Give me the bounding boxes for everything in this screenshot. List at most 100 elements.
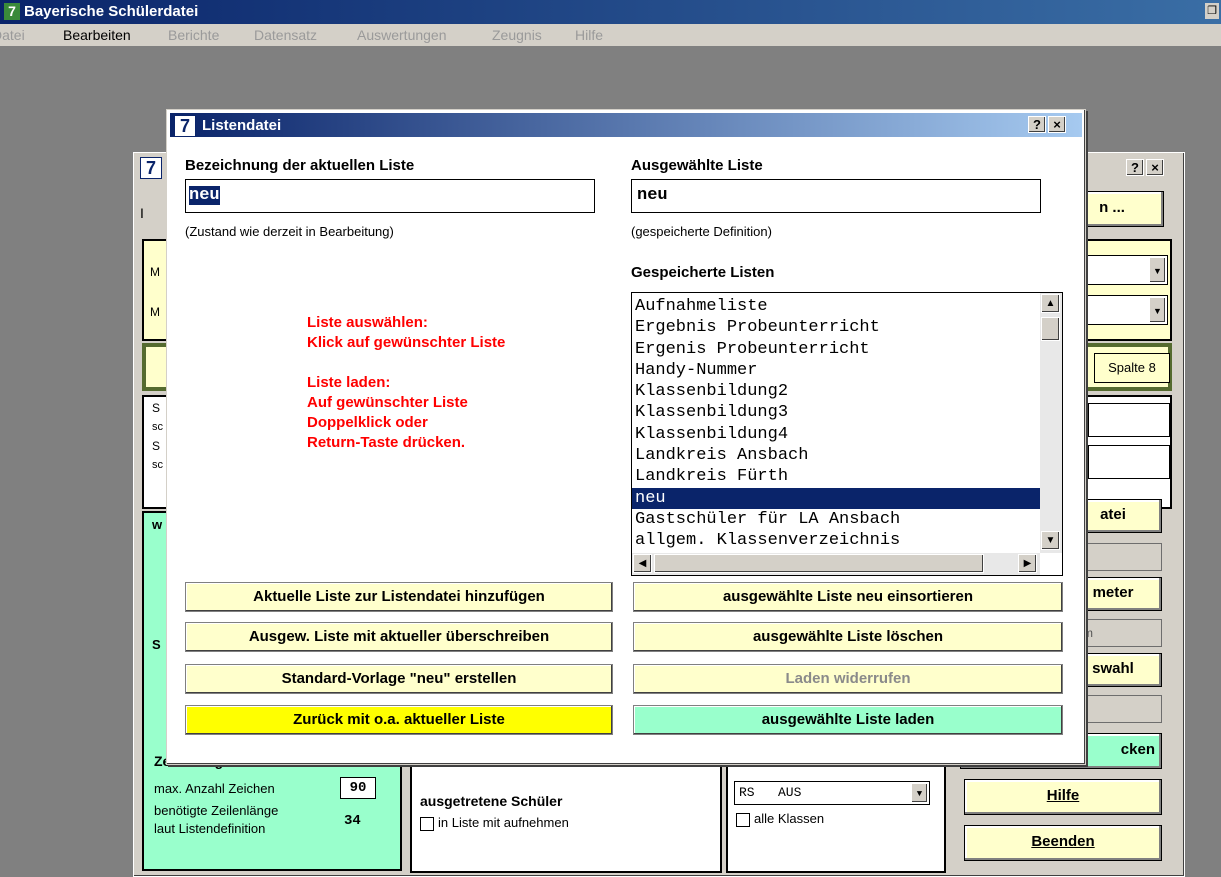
checkbox-icon[interactable] [736,812,750,827]
instruction-line: Klick auf gewünschter Liste [307,334,506,351]
saved-lists-label: Gespeicherte Listen [631,264,775,281]
dialog-icon: 7 [174,115,196,137]
bg-spalte-button[interactable]: Spalte 8 [1094,353,1170,383]
instructions: Liste auswählen: Klick auf gewünschter L… [307,313,505,453]
menu-auswertungen[interactable]: Auswertungen [357,27,447,43]
list-item[interactable]: Ergebnis Probeunterricht [632,317,1042,338]
list-item[interactable]: allgem. Klassenverzeichnis [632,530,1042,551]
selected-list-label: Ausgewählte Liste [631,157,763,174]
dialog-title: Listendatei [202,117,282,134]
chevron-down-icon[interactable]: ▼ [911,783,928,803]
hscroll-thumb[interactable] [654,554,984,573]
ausgetreten-heading: ausgetretene Schüler [420,793,563,809]
bg-left-letter: w [152,517,163,532]
bg-help-button[interactable]: ? [1126,159,1144,176]
bg-label-i: I [140,205,144,221]
benoetigt-value: 34 [344,813,361,829]
beenden-button[interactable]: Beenden [964,825,1162,861]
back-with-current-list-button[interactable]: Zurück mit o.a. aktueller Liste [185,705,613,735]
list-items: Aufnahmeliste Ergebnis Probeunterricht Erg… [632,296,1042,552]
bg-dropdown-1[interactable]: ▼ [1084,255,1168,285]
scroll-right-icon[interactable]: ▶ [1018,554,1037,573]
app-icon: 7 [4,3,20,20]
bg-left-letter: M [150,265,160,279]
bg-left-letter: S [152,439,161,453]
bg-dropdown-2[interactable]: ▼ [1084,295,1168,325]
menu-bearbeiten[interactable]: Bearbeiten [63,27,131,43]
list-item[interactable]: Landkreis Ansbach [632,445,1042,466]
chevron-down-icon[interactable]: ▼ [1149,257,1166,283]
alle-klassen-checkbox[interactable]: alle Klassen [736,811,824,827]
max-zeichen-input[interactable]: 90 [340,777,376,799]
instruction-line: Return-Taste drücken. [307,434,466,451]
menu-datei[interactable]: Datei [0,27,25,43]
chevron-down-icon[interactable]: ▼ [1149,297,1166,323]
menu-hilfe[interactable]: Hilfe [575,27,603,43]
list-item[interactable]: Ergenis Probeunterricht [632,339,1042,360]
bg-left-letter: sc [152,459,163,471]
ausgetreten-panel: ausgetretene Schüler in Liste mit aufneh… [410,763,722,873]
bg-left-letter: S [152,401,161,415]
instruction-line: Liste laden: [307,374,391,391]
current-list-value: neu [189,186,220,205]
menu-zeugnis[interactable]: Zeugnis [492,27,542,43]
bg-input-1[interactable] [1088,403,1170,437]
delete-list-button[interactable]: ausgewählte Liste löschen [633,622,1063,652]
close-button[interactable]: × [1048,116,1066,133]
rs-value: RS AUS [739,785,802,800]
checkbox-icon[interactable] [420,816,434,831]
list-item[interactable]: neu [632,487,1042,509]
load-list-button[interactable]: ausgewählte Liste laden [633,705,1063,735]
list-item[interactable]: Gastschüler für LA Ansbach [632,509,1042,530]
add-current-list-button[interactable]: Aktuelle Liste zur Listendatei hinzufüge… [185,582,613,612]
create-standard-template-button[interactable]: Standard-Vorlage "neu" erstellen [185,664,613,694]
instruction-line: Doppelklick oder [307,414,428,431]
menu-bar: Datei Bearbeiten Berichte Datensatz Ausw… [0,24,1221,46]
app-title-bar: 7 Bayerische Schülerdatei ❐ [0,0,1221,24]
selected-list-note: (gespeicherte Definition) [631,224,772,239]
menu-datensatz[interactable]: Datensatz [254,27,317,43]
scroll-up-icon[interactable]: ▲ [1041,294,1060,313]
rs-dropdown[interactable]: RS AUS ▼ [734,781,930,805]
benoetigt-label-2: laut Listendefinition [154,821,266,836]
resort-list-button[interactable]: ausgewählte Liste neu einsortieren [633,582,1063,612]
klassen-panel: RS AUS ▼ alle Klassen [726,763,946,873]
help-button[interactable]: ? [1028,116,1046,133]
instruction-spacer [307,353,505,373]
list-item[interactable]: Landkreis Fürth [632,466,1042,487]
saved-lists-listbox[interactable]: Aufnahmeliste Ergebnis Probeunterricht Erg… [631,292,1063,576]
list-item[interactable]: Aufnahmeliste [632,296,1042,317]
vertical-scrollbar[interactable]: ▲ ▼ [1040,293,1062,553]
instruction-line: Auf gewünschter Liste [307,394,468,411]
bg-left-letter: sc [152,421,163,433]
list-item[interactable]: Klassenbildung4 [632,424,1042,445]
current-list-label: Bezeichnung der aktuellen Liste [185,157,415,174]
scroll-left-icon[interactable]: ◀ [633,554,652,573]
scroll-down-icon[interactable]: ▼ [1041,531,1060,550]
app-title: Bayerische Schülerdatei [24,3,199,20]
benoetigt-label-1: benötigte Zeilenlänge [154,803,279,818]
current-list-note: (Zustand wie derzeit in Bearbeitung) [185,224,394,239]
restore-icon[interactable]: ❐ [1205,3,1219,19]
instruction-line: Liste auswählen: [307,314,428,331]
bg-close-button[interactable]: × [1146,159,1164,176]
selected-list-input[interactable]: neu [631,179,1041,213]
listendatei-dialog: 7 Listendatei ? × Bezeichnung der aktuel… [166,109,1086,765]
alle-klassen-label: alle Klassen [754,811,825,826]
bg-left-letter: M [150,305,160,319]
current-list-input[interactable]: neu [185,179,595,213]
bg-input-2[interactable] [1088,445,1170,479]
horizontal-scrollbar[interactable]: ◀ ▶ [632,553,1040,575]
list-item[interactable]: Klassenbildung3 [632,402,1042,423]
undo-load-button[interactable]: Laden widerrufen [633,664,1063,694]
max-zeichen-label: max. Anzahl Zeichen [154,781,275,796]
overwrite-list-button[interactable]: Ausgew. Liste mit aktueller überschreibe… [185,622,613,652]
menu-berichte[interactable]: Berichte [168,27,219,43]
ausgetreten-check-label: in Liste mit aufnehmen [438,815,569,830]
dialog-title-bar: 7 Listendatei ? × [170,113,1082,137]
list-item[interactable]: Klassenbildung2 [632,381,1042,402]
scroll-thumb[interactable] [1041,317,1060,341]
hilfe-button[interactable]: Hilfe [964,779,1162,815]
list-item[interactable]: Handy-Nummer [632,360,1042,381]
ausgetreten-checkbox[interactable]: in Liste mit aufnehmen [420,815,569,831]
